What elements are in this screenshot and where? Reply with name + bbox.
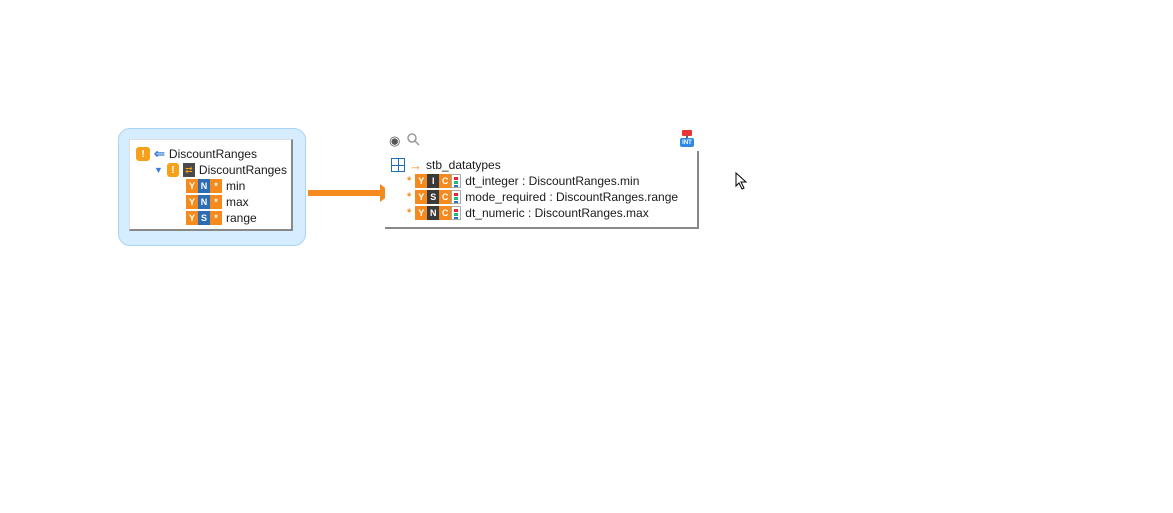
column-icons: YN* — [186, 179, 222, 193]
mapping-row[interactable]: * YIC dt_integer : DiscountRanges.min — [391, 173, 693, 189]
connection-arrow-icon — [308, 190, 382, 196]
source-panel: ! ⇐ DiscountRanges ▼ ! ⇄ DiscountRanges … — [118, 128, 306, 246]
source-title: DiscountRanges — [169, 147, 257, 161]
column-icons: YS* — [186, 211, 222, 225]
source-group-label: DiscountRanges — [199, 163, 287, 177]
drag-type-indicator: INT — [678, 130, 696, 148]
target-toolbar: ◉ — [385, 132, 699, 149]
column-label: max — [226, 195, 249, 209]
preview-icon[interactable]: ◉ — [389, 133, 400, 149]
source-tree[interactable]: ! ⇐ DiscountRanges ▼ ! ⇄ DiscountRanges … — [129, 139, 293, 231]
mapping-icons: YSC — [415, 190, 461, 204]
source-column-row[interactable]: YN* min — [136, 178, 287, 194]
cursor-icon — [735, 172, 749, 190]
collapse-icon[interactable]: ▼ — [154, 165, 163, 175]
column-label: range — [226, 211, 257, 225]
warning-icon: ! — [136, 147, 150, 161]
arrow-right-icon: → — [409, 158, 422, 173]
target-panel[interactable]: → stb_datatypes * YIC dt_integer : Disco… — [385, 151, 699, 229]
target-title: stb_datatypes — [426, 158, 501, 172]
target-area: ◉ → stb_datatypes * YIC dt_integer : Dis… — [385, 132, 699, 229]
table-icon — [391, 158, 405, 172]
warning-icon: ! — [167, 163, 179, 177]
target-header-row[interactable]: → stb_datatypes — [391, 157, 693, 173]
mapping-icons: YNC — [415, 206, 461, 220]
mapping-label: dt_numeric : DiscountRanges.max — [465, 206, 648, 220]
flow-icon: ⇄ — [183, 163, 195, 177]
search-icon[interactable] — [406, 132, 420, 149]
required-icon: * — [407, 207, 411, 219]
column-label: min — [226, 179, 245, 193]
mapping-label: dt_integer : DiscountRanges.min — [465, 174, 639, 188]
source-column-row[interactable]: YN* max — [136, 194, 287, 210]
source-header-row[interactable]: ! ⇐ DiscountRanges — [136, 146, 287, 162]
source-column-row[interactable]: YS* range — [136, 210, 287, 226]
mapping-icons: YIC — [415, 174, 461, 188]
arrow-left-icon: ⇐ — [154, 146, 165, 162]
required-icon: * — [407, 191, 411, 203]
source-group-row[interactable]: ▼ ! ⇄ DiscountRanges — [136, 162, 287, 178]
required-icon: * — [407, 175, 411, 187]
mapping-row[interactable]: * YNC dt_numeric : DiscountRanges.max — [391, 205, 693, 221]
mapping-row[interactable]: * YSC mode_required : DiscountRanges.ran… — [391, 189, 693, 205]
column-icons: YN* — [186, 195, 222, 209]
drag-type-label: INT — [680, 138, 694, 147]
mapping-label: mode_required : DiscountRanges.range — [465, 190, 678, 204]
